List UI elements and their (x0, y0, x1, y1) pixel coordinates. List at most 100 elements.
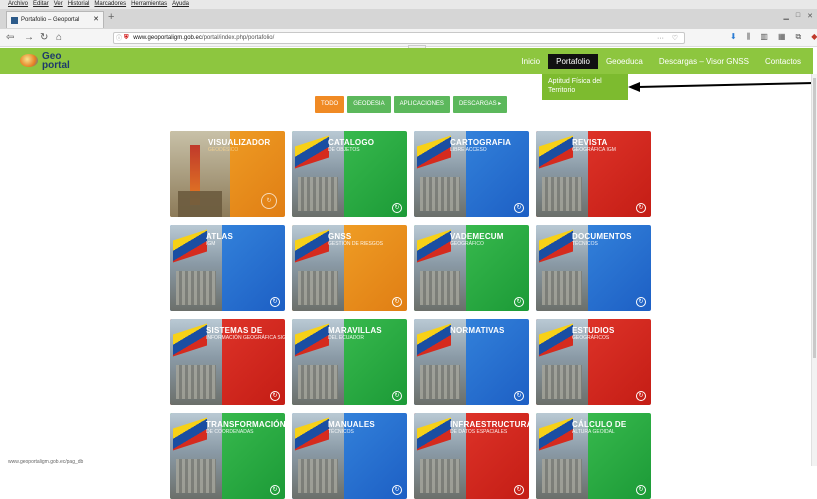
screenshot-icon[interactable]: ⧉ (796, 32, 802, 42)
tile-subtitle: GESTIÓN DE RIESGOS (328, 241, 384, 247)
menu-herramientas[interactable]: Herramientas (131, 0, 167, 9)
dropdown-item-aptitud[interactable]: Aptitud Física del Territorio (542, 74, 628, 100)
link-badge-icon[interactable]: ↻ (636, 203, 646, 213)
nav-geoeduca[interactable]: Geoeduca (598, 54, 651, 69)
link-badge-icon[interactable]: ↻ (392, 485, 402, 495)
library-icon[interactable]: ⫼ (747, 32, 751, 42)
home-icon[interactable]: ⌂ (56, 32, 62, 43)
tile-title: REVISTA (572, 138, 608, 147)
portfolio-tile[interactable]: VADEMECUM GEOGRÁFICO ↻ (414, 225, 529, 311)
link-badge-icon[interactable]: ↻ (270, 297, 280, 307)
extension-icon[interactable]: ▦ (778, 32, 786, 42)
tracking-shield-icon[interactable]: ⛨ (124, 35, 129, 41)
tile-subtitle: DE DATOS ESPACIALES (450, 429, 508, 435)
filter-aplicaciones[interactable]: APLICACIONES (393, 96, 450, 113)
tile-title: CARTOGRAFIA (450, 138, 512, 147)
link-badge-icon[interactable]: ↻ (392, 203, 402, 213)
browser-tab[interactable]: Portafolio – Geoportal Ecuador ✕ (6, 11, 104, 39)
tile-title: CATALOGO (328, 138, 375, 147)
portfolio-tile[interactable]: INFRAESTRUCTURA DE DATOS ESPACIALES ↻ (414, 413, 529, 499)
portfolio-tile[interactable]: MANUALES TÉCNICOS ↻ (292, 413, 407, 499)
menu-ver[interactable]: Ver (54, 0, 63, 9)
filter-geodesia[interactable]: GEODESIA (347, 96, 391, 113)
browser-menu-bar: Archivo Editar Ver Historial Marcadores … (0, 0, 817, 9)
url-path: /portal/index.php/portafolio/ (201, 35, 275, 41)
portfolio-tile[interactable]: REVISTA GEOGRÁFICA IGM ↻ (536, 131, 651, 217)
link-badge-icon[interactable]: ↻ (270, 391, 280, 401)
portfolio-tile[interactable]: DOCUMENTOS TÉCNICOS ↻ (536, 225, 651, 311)
url-host: www.geoportaligm.gob.ec (133, 35, 202, 41)
new-tab-icon[interactable]: + (108, 11, 114, 23)
close-window-icon[interactable]: ✕ (807, 12, 813, 20)
logo-text: Geo portal (42, 51, 70, 71)
link-badge-icon[interactable]: ↻ (636, 391, 646, 401)
tile-subtitle: GEOGRÁFICO (450, 241, 484, 247)
tab-favicon-icon (11, 17, 18, 24)
site-logo[interactable]: Geo portal (20, 51, 70, 71)
portfolio-tile[interactable]: CATALOGO DE OBJETOS ↻ (292, 131, 407, 217)
nav-inicio[interactable]: Inicio (513, 54, 548, 69)
back-icon[interactable]: ⇦ (6, 32, 14, 43)
menu-marcadores[interactable]: Marcadores (94, 0, 126, 9)
reload-icon[interactable]: ↻ (40, 32, 48, 43)
download-icon[interactable]: ⬇ (730, 32, 737, 42)
tile-title: INFRAESTRUCTURA (450, 420, 529, 429)
tile-title: SISTEMAS DE (206, 326, 263, 335)
link-badge-icon[interactable]: ↻ (514, 297, 524, 307)
link-badge-icon[interactable]: ↻ (514, 203, 524, 213)
tile-subtitle: ALTURA GEOIDAL (572, 429, 615, 435)
portfolio-tile[interactable]: SISTEMAS DE INFORMACIÓN GEOGRÁFICA SIG ↻ (170, 319, 285, 405)
portfolio-tile[interactable]: CARTOGRAFIA LIBRE ACCESO ↻ (414, 131, 529, 217)
tile-title: VISUALIZADOR (208, 138, 271, 147)
window-controls: ▁ □ ✕ (784, 12, 814, 20)
portfolio-tile[interactable]: VISUALIZADOR GEODÉSICO ↻ (170, 131, 285, 217)
menu-editar[interactable]: Editar (33, 0, 49, 9)
tile-subtitle: LIBRE ACCESO (450, 147, 487, 153)
sidebar-icon[interactable]: ▥ (760, 32, 768, 42)
minimize-icon[interactable]: ▁ (784, 12, 789, 20)
link-badge-icon[interactable]: ↻ (392, 391, 402, 401)
portfolio-tile[interactable]: NORMATIVAS ↻ (414, 319, 529, 405)
nav-descargas[interactable]: Descargas – Visor GNSS (651, 54, 757, 69)
link-badge-icon[interactable]: ↻ (270, 485, 280, 495)
link-badge-icon[interactable]: ↻ (392, 297, 402, 307)
menu-historial[interactable]: Historial (68, 0, 90, 9)
nav-portafolio[interactable]: Portafolio (548, 53, 598, 69)
status-bar-url: www.geoportaligm.gob.ec/pag_db (8, 459, 84, 465)
close-tab-icon[interactable]: ✕ (93, 12, 99, 28)
portfolio-tile[interactable]: ESTUDIOS GEOGRÁFICOS ↻ (536, 319, 651, 405)
tile-subtitle: DE OBJETOS (328, 147, 360, 153)
forward-icon[interactable]: → (24, 32, 34, 43)
link-badge-icon[interactable]: ↻ (261, 193, 277, 209)
portfolio-tile[interactable]: GNSS GESTIÓN DE RIESGOS ↻ (292, 225, 407, 311)
url-bar[interactable]: ⓘ ⛨ www.geoportaligm.gob.ec/portal/index… (113, 32, 685, 44)
tile-subtitle: TÉCNICOS (328, 429, 354, 435)
pocket-icon[interactable]: ♡ (672, 33, 678, 44)
link-badge-icon[interactable]: ↻ (636, 297, 646, 307)
filter-descargas[interactable]: DESCARGAS ▸ (452, 96, 508, 113)
link-badge-icon[interactable]: ↻ (636, 485, 646, 495)
link-badge-icon[interactable]: ↻ (514, 485, 524, 495)
page-actions-icon[interactable]: ··· (657, 33, 664, 44)
portfolio-tile[interactable]: TRANSFORMACIÓN DE COORDENADAS ↻ (170, 413, 285, 499)
addon-icon[interactable]: ◆ (811, 32, 817, 42)
tile-title: ESTUDIOS (572, 326, 615, 335)
tile-subtitle: GEOGRÁFICOS (572, 335, 610, 341)
menu-ayuda[interactable]: Ayuda (172, 0, 189, 9)
tile-subtitle: TÉCNICOS (572, 241, 598, 247)
maximize-icon[interactable]: □ (796, 12, 800, 20)
scrollbar-thumb[interactable] (813, 78, 816, 358)
tile-subtitle: INFORMACIÓN GEOGRÁFICA SIG (206, 335, 285, 341)
nav-contactos[interactable]: Contactos (757, 54, 809, 69)
portfolio-tile[interactable]: ATLAS IGM ↻ (170, 225, 285, 311)
menu-archivo[interactable]: Archivo (8, 0, 28, 9)
filter-todo[interactable]: TODO (315, 96, 345, 113)
page-scrollbar[interactable] (811, 74, 817, 466)
info-icon[interactable]: ⓘ (116, 34, 122, 45)
portfolio-tile[interactable]: CÁLCULO DE ALTURA GEOIDAL ↻ (536, 413, 651, 499)
link-badge-icon[interactable]: ↻ (514, 391, 524, 401)
tile-subtitle: DEL ECUADOR (328, 335, 364, 341)
site-nav: Inicio Portafolio Geoeduca Descargas – V… (513, 48, 809, 74)
tile-subtitle: GEODÉSICO (208, 147, 239, 153)
portfolio-tile[interactable]: MARAVILLAS DEL ECUADOR ↻ (292, 319, 407, 405)
